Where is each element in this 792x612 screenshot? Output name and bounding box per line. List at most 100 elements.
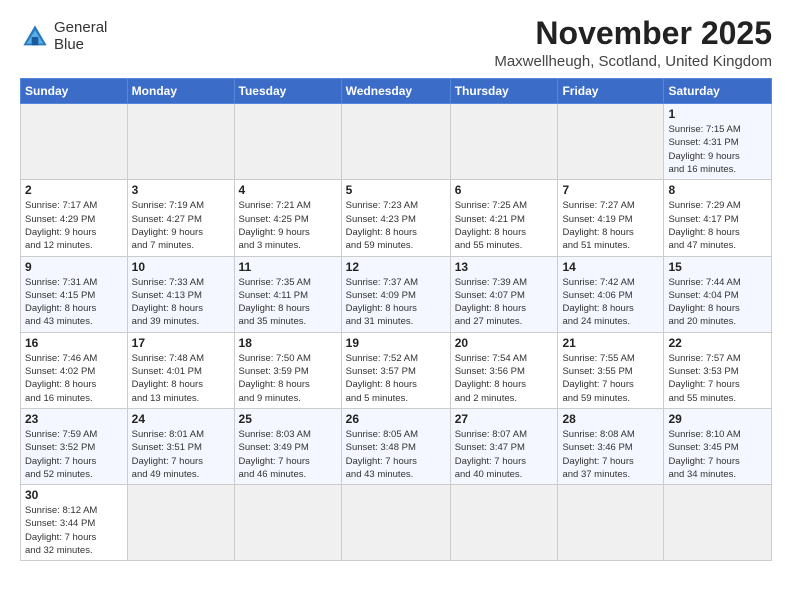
- day-number: 30: [25, 488, 123, 502]
- day-cell: [341, 104, 450, 180]
- week-row-4: 23Sunrise: 7:59 AM Sunset: 3:52 PM Dayli…: [21, 408, 772, 484]
- day-cell: 20Sunrise: 7:54 AM Sunset: 3:56 PM Dayli…: [450, 332, 558, 408]
- day-info: Sunrise: 7:44 AM Sunset: 4:04 PM Dayligh…: [668, 276, 767, 329]
- day-cell: 1 Sunrise: 7:15 AM Sunset: 4:31 PM Daylig…: [664, 104, 772, 180]
- day-cell: [21, 104, 128, 180]
- day-info: Sunrise: 8:07 AM Sunset: 3:47 PM Dayligh…: [455, 428, 554, 481]
- day-number: 14: [562, 260, 659, 274]
- day-info: Sunrise: 7:29 AM Sunset: 4:17 PM Dayligh…: [668, 199, 767, 252]
- day-number: 28: [562, 412, 659, 426]
- day-cell: [664, 485, 772, 561]
- day-cell: 30Sunrise: 8:12 AM Sunset: 3:44 PM Dayli…: [21, 485, 128, 561]
- day-number: 23: [25, 412, 123, 426]
- weekday-tuesday: Tuesday: [234, 79, 341, 104]
- logo-text: General Blue: [54, 20, 107, 53]
- day-cell: 26 Sunrise: 8:05 AM Sunset: 3:48 PM Dayli…: [341, 408, 450, 484]
- day-cell: 7 Sunrise: 7:27 AM Sunset: 4:19 PM Daylig…: [558, 180, 664, 256]
- day-number: 26: [346, 412, 446, 426]
- day-info: Sunrise: 7:35 AM Sunset: 4:11 PM Dayligh…: [239, 276, 337, 329]
- logo-icon: [20, 22, 50, 52]
- day-cell: [450, 104, 558, 180]
- day-info: Sunrise: 8:10 AM Sunset: 3:45 PM Dayligh…: [668, 428, 767, 481]
- day-info: Sunrise: 7:17 AM Sunset: 4:29 PM Dayligh…: [25, 199, 123, 252]
- day-cell: 3Sunrise: 7:19 AM Sunset: 4:27 PM Daylig…: [127, 180, 234, 256]
- day-cell: 16Sunrise: 7:46 AM Sunset: 4:02 PM Dayli…: [21, 332, 128, 408]
- logo: General Blue: [20, 20, 107, 53]
- day-info: Sunrise: 7:48 AM Sunset: 4:01 PM Dayligh…: [132, 352, 230, 405]
- day-cell: 27 Sunrise: 8:07 AM Sunset: 3:47 PM Dayli…: [450, 408, 558, 484]
- day-cell: [127, 485, 234, 561]
- day-number: 17: [132, 336, 230, 350]
- day-number: 9: [25, 260, 123, 274]
- day-info: Sunrise: 8:01 AM Sunset: 3:51 PM Dayligh…: [132, 428, 230, 481]
- day-info: Sunrise: 7:54 AM Sunset: 3:56 PM Dayligh…: [455, 352, 554, 405]
- month-title: November 2025: [494, 16, 772, 51]
- weekday-monday: Monday: [127, 79, 234, 104]
- day-cell: [558, 485, 664, 561]
- day-cell: [234, 104, 341, 180]
- day-cell: 11Sunrise: 7:35 AM Sunset: 4:11 PM Dayli…: [234, 256, 341, 332]
- day-cell: 19Sunrise: 7:52 AM Sunset: 3:57 PM Dayli…: [341, 332, 450, 408]
- day-info: Sunrise: 7:15 AM Sunset: 4:31 PM Dayligh…: [668, 123, 767, 176]
- weekday-saturday: Saturday: [664, 79, 772, 104]
- week-row-3: 16Sunrise: 7:46 AM Sunset: 4:02 PM Dayli…: [21, 332, 772, 408]
- calendar-table: SundayMondayTuesdayWednesdayThursdayFrid…: [20, 78, 772, 561]
- day-number: 1: [668, 107, 767, 121]
- day-cell: [558, 104, 664, 180]
- weekday-sunday: Sunday: [21, 79, 128, 104]
- day-info: Sunrise: 7:33 AM Sunset: 4:13 PM Dayligh…: [132, 276, 230, 329]
- day-number: 25: [239, 412, 337, 426]
- day-info: Sunrise: 8:05 AM Sunset: 3:48 PM Dayligh…: [346, 428, 446, 481]
- day-cell: 24 Sunrise: 8:01 AM Sunset: 3:51 PM Dayli…: [127, 408, 234, 484]
- day-cell: 13 Sunrise: 7:39 AM Sunset: 4:07 PM Dayli…: [450, 256, 558, 332]
- day-number: 18: [239, 336, 337, 350]
- day-number: 27: [455, 412, 554, 426]
- weekday-friday: Friday: [558, 79, 664, 104]
- day-cell: [127, 104, 234, 180]
- day-cell: 29Sunrise: 8:10 AM Sunset: 3:45 PM Dayli…: [664, 408, 772, 484]
- day-number: 10: [132, 260, 230, 274]
- week-row-5: 30Sunrise: 8:12 AM Sunset: 3:44 PM Dayli…: [21, 485, 772, 561]
- day-number: 13: [455, 260, 554, 274]
- day-number: 24: [132, 412, 230, 426]
- weekday-header-row: SundayMondayTuesdayWednesdayThursdayFrid…: [21, 79, 772, 104]
- title-block: November 2025 Maxwellheugh, Scotland, Un…: [494, 16, 772, 70]
- day-info: Sunrise: 7:39 AM Sunset: 4:07 PM Dayligh…: [455, 276, 554, 329]
- day-info: Sunrise: 7:57 AM Sunset: 3:53 PM Dayligh…: [668, 352, 767, 405]
- day-number: 21: [562, 336, 659, 350]
- day-info: Sunrise: 7:21 AM Sunset: 4:25 PM Dayligh…: [239, 199, 337, 252]
- week-row-2: 9Sunrise: 7:31 AM Sunset: 4:15 PM Daylig…: [21, 256, 772, 332]
- day-info: Sunrise: 7:52 AM Sunset: 3:57 PM Dayligh…: [346, 352, 446, 405]
- header: General Blue November 2025 Maxwellheugh,…: [20, 16, 772, 70]
- day-number: 6: [455, 183, 554, 197]
- day-cell: 22 Sunrise: 7:57 AM Sunset: 3:53 PM Dayli…: [664, 332, 772, 408]
- day-number: 3: [132, 183, 230, 197]
- day-number: 7: [562, 183, 659, 197]
- day-cell: 17 Sunrise: 7:48 AM Sunset: 4:01 PM Dayli…: [127, 332, 234, 408]
- day-cell: 14 Sunrise: 7:42 AM Sunset: 4:06 PM Dayli…: [558, 256, 664, 332]
- day-number: 2: [25, 183, 123, 197]
- location: Maxwellheugh, Scotland, United Kingdom: [494, 53, 772, 70]
- day-number: 22: [668, 336, 767, 350]
- day-cell: 12Sunrise: 7:37 AM Sunset: 4:09 PM Dayli…: [341, 256, 450, 332]
- weekday-thursday: Thursday: [450, 79, 558, 104]
- day-cell: [234, 485, 341, 561]
- day-cell: 2 Sunrise: 7:17 AM Sunset: 4:29 PM Daylig…: [21, 180, 128, 256]
- day-cell: 21Sunrise: 7:55 AM Sunset: 3:55 PM Dayli…: [558, 332, 664, 408]
- day-info: Sunrise: 7:27 AM Sunset: 4:19 PM Dayligh…: [562, 199, 659, 252]
- calendar-page: General Blue November 2025 Maxwellheugh,…: [0, 0, 792, 612]
- day-cell: [450, 485, 558, 561]
- day-cell: 18Sunrise: 7:50 AM Sunset: 3:59 PM Dayli…: [234, 332, 341, 408]
- weekday-wednesday: Wednesday: [341, 79, 450, 104]
- day-number: 16: [25, 336, 123, 350]
- day-cell: 15Sunrise: 7:44 AM Sunset: 4:04 PM Dayli…: [664, 256, 772, 332]
- day-cell: 5Sunrise: 7:23 AM Sunset: 4:23 PM Daylig…: [341, 180, 450, 256]
- day-cell: [341, 485, 450, 561]
- day-cell: 23Sunrise: 7:59 AM Sunset: 3:52 PM Dayli…: [21, 408, 128, 484]
- day-number: 5: [346, 183, 446, 197]
- day-info: Sunrise: 8:03 AM Sunset: 3:49 PM Dayligh…: [239, 428, 337, 481]
- day-info: Sunrise: 7:37 AM Sunset: 4:09 PM Dayligh…: [346, 276, 446, 329]
- day-cell: 6Sunrise: 7:25 AM Sunset: 4:21 PM Daylig…: [450, 180, 558, 256]
- week-row-1: 2 Sunrise: 7:17 AM Sunset: 4:29 PM Daylig…: [21, 180, 772, 256]
- day-info: Sunrise: 7:42 AM Sunset: 4:06 PM Dayligh…: [562, 276, 659, 329]
